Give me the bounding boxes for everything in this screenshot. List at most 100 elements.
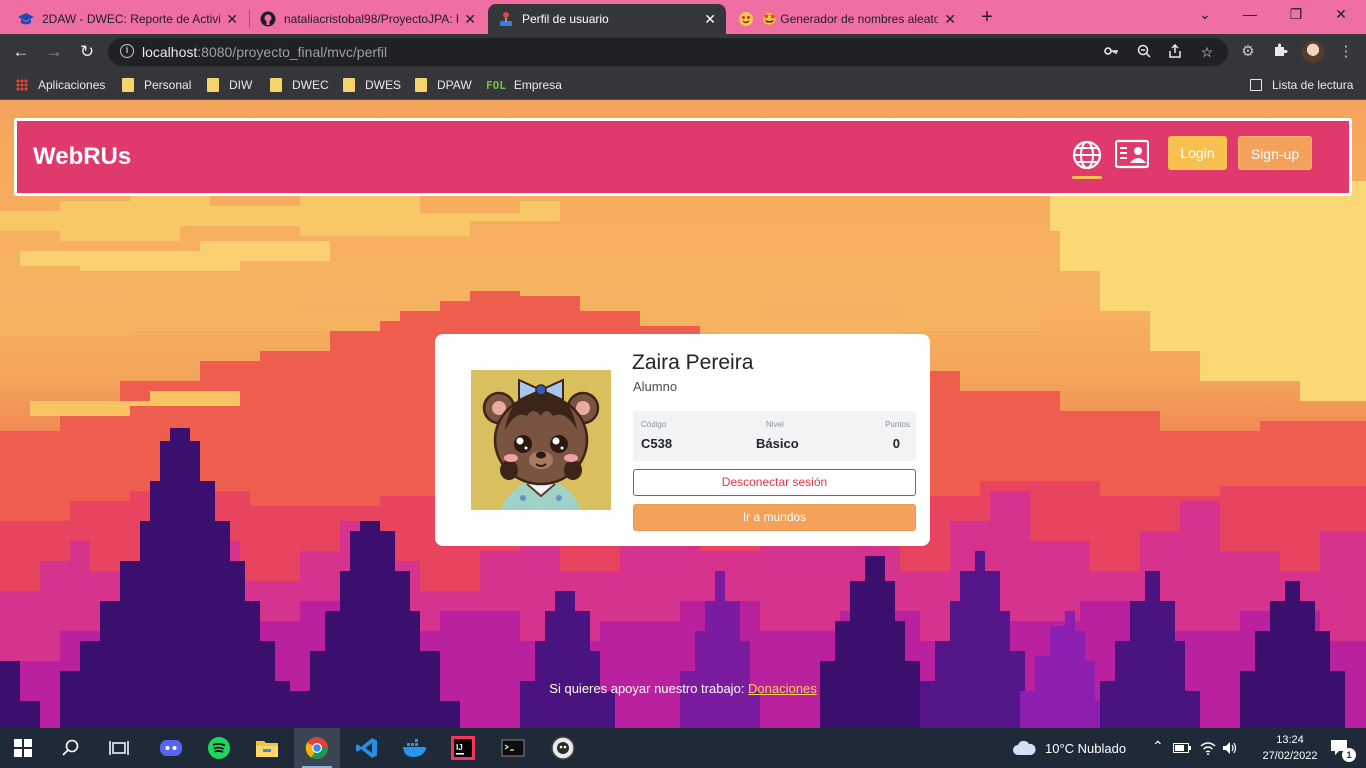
tab-title: 🤩 Generador de nombres aleatorios: [762, 12, 939, 26]
profile-card: Zaira Pereira Alumno Código C538 Nivel B…: [435, 334, 930, 546]
profile-role: Alumno: [633, 379, 678, 394]
extension-gear-icon[interactable]: ⚙: [1238, 42, 1258, 62]
chrome-menu-icon[interactable]: ⋮: [1336, 42, 1356, 62]
footer-text: Si quieres apoyar nuestro trabajo:: [549, 681, 745, 696]
bookmark-label: DIW: [229, 78, 253, 92]
terminal-icon[interactable]: [490, 728, 536, 768]
system-clock[interactable]: 13:24 27/02/2022: [1262, 732, 1318, 764]
bookmark-aplicaciones[interactable]: Aplicaciones: [16, 76, 105, 94]
active-nav-indicator: [1072, 176, 1102, 179]
wifi-icon[interactable]: [1196, 728, 1220, 768]
bookmark-label: Empresa: [513, 78, 562, 92]
bookmark-empresa[interactable]: FOL Empresa: [486, 76, 562, 94]
extensions-puzzle-icon[interactable]: [1270, 42, 1290, 62]
site-navbar: WebRUs Login Sign-up: [14, 118, 1352, 196]
close-window-button[interactable]: ✕: [1331, 6, 1351, 23]
windows-taskbar: IJ 10°C Nublado ⌃ 13:24 27/02/2022 1: [0, 728, 1366, 768]
bookmark-dwec[interactable]: DWEC: [270, 76, 329, 94]
profile-name: Zaira Pereira: [632, 351, 754, 374]
tab-dwec-reporte[interactable]: 2DAW - DWEC: Reporte de Activida ✕: [8, 4, 248, 34]
reload-icon[interactable]: ↻: [76, 41, 98, 63]
clock-time: 13:24: [1276, 734, 1304, 746]
reading-list-icon: [1250, 79, 1262, 91]
globe-icon[interactable]: [1071, 139, 1103, 171]
bookmark-diw[interactable]: DIW: [207, 76, 252, 94]
restore-window-button[interactable]: ❐: [1286, 6, 1306, 23]
weather-text[interactable]: 10°C Nublado: [1045, 741, 1126, 756]
folder-icon: [207, 78, 219, 92]
profile-stats-panel: Código C538 Nivel Básico Puntos 0: [633, 411, 916, 461]
spotify-icon[interactable]: [196, 728, 242, 768]
clock-date: 27/02/2022: [1262, 750, 1318, 762]
stat-code-label: Código: [641, 420, 667, 429]
bookmark-dwes[interactable]: DWES: [343, 76, 401, 94]
apps-grid-icon: [16, 79, 28, 91]
notifications-icon[interactable]: 1: [1320, 728, 1360, 768]
stat-points-value: 0: [892, 436, 900, 451]
address-bar[interactable]: i localhost:8080/proyecto_final/mvc/perf…: [108, 38, 1228, 66]
forward-arrow-icon[interactable]: →: [43, 41, 65, 63]
battery-icon[interactable]: [1170, 728, 1194, 768]
tab-search-chevron-icon[interactable]: ⌄: [1195, 6, 1215, 23]
close-tab-icon[interactable]: ✕: [704, 11, 716, 28]
browser-profile-avatar[interactable]: [1302, 41, 1324, 63]
intellij-icon[interactable]: IJ: [440, 728, 486, 768]
graduation-cap-icon: [18, 11, 34, 27]
weather-cloud-icon[interactable]: [1010, 728, 1038, 768]
notifications-count-badge: 1: [1342, 748, 1356, 762]
tab-title: nataliacristobal98/ProyectoJPA: P: [284, 12, 459, 26]
file-explorer-icon[interactable]: [244, 728, 290, 768]
fol-icon: FOL: [486, 78, 506, 92]
site-info-icon[interactable]: i: [120, 44, 134, 58]
star-face-icon: [738, 11, 754, 27]
tray-chevron-up-icon[interactable]: ⌃: [1152, 738, 1164, 755]
bookmark-dpaw[interactable]: DPAW: [415, 76, 472, 94]
windows-start-icon[interactable]: [0, 728, 46, 768]
tab-title: 2DAW - DWEC: Reporte de Activida: [42, 12, 221, 26]
share-icon[interactable]: [1166, 43, 1184, 61]
folder-icon: [270, 78, 282, 92]
bookmark-personal[interactable]: Personal: [122, 76, 191, 94]
bookmarks-bar: Aplicaciones Personal DIW DWEC DWES DPAW…: [0, 70, 1366, 100]
task-view-icon[interactable]: [96, 728, 142, 768]
tab-github-proyectojpa[interactable]: nataliacristobal98/ProyectoJPA: P ✕: [250, 4, 486, 34]
stat-code-value: C538: [641, 436, 673, 451]
search-icon[interactable]: [48, 728, 94, 768]
bookmark-label: DPAW: [437, 78, 472, 92]
signup-button[interactable]: Sign-up: [1238, 136, 1312, 170]
stat-level-value: Básico: [756, 436, 799, 451]
zoom-out-icon[interactable]: [1135, 43, 1153, 61]
discord-icon[interactable]: [148, 728, 194, 768]
url-host: localhost: [142, 44, 198, 60]
url-text: localhost:8080/proyecto_final/mvc/perfil: [142, 44, 387, 60]
url-path: :8080/proyecto_final/mvc/perfil: [197, 44, 388, 60]
profile-card-icon[interactable]: [1115, 139, 1149, 169]
new-tab-button[interactable]: +: [976, 6, 998, 29]
joystick-icon: [498, 11, 514, 27]
go-to-worlds-button[interactable]: Ir a mundos: [633, 504, 916, 531]
reading-list-button[interactable]: Lista de lectura: [1250, 76, 1353, 94]
user-avatar: [471, 370, 611, 510]
logout-button[interactable]: Desconectar sesión: [633, 469, 916, 496]
bookmark-label: DWES: [365, 78, 401, 92]
tab-perfil-usuario[interactable]: Perfil de usuario ✕: [488, 4, 726, 34]
reading-list-label: Lista de lectura: [1272, 78, 1354, 92]
volume-icon[interactable]: [1218, 728, 1242, 768]
site-brand[interactable]: WebRUs: [33, 143, 131, 171]
folder-icon: [415, 78, 427, 92]
chrome-icon[interactable]: [294, 728, 340, 768]
donations-link[interactable]: Donaciones: [748, 681, 817, 696]
back-arrow-icon[interactable]: ←: [10, 41, 32, 63]
tab-generador-nombres[interactable]: 🤩 Generador de nombres aleatorios ✕: [728, 4, 966, 34]
key-icon[interactable]: [1102, 43, 1120, 61]
login-button[interactable]: Login: [1168, 136, 1227, 170]
docker-icon[interactable]: [392, 728, 438, 768]
minimize-window-button[interactable]: —: [1240, 6, 1260, 22]
vscode-icon[interactable]: [344, 728, 390, 768]
close-tab-icon[interactable]: ✕: [464, 11, 476, 28]
close-tab-icon[interactable]: ✕: [944, 11, 956, 28]
app-penguin-icon[interactable]: [540, 728, 586, 768]
close-tab-icon[interactable]: ✕: [226, 11, 238, 28]
bookmark-star-icon[interactable]: ☆: [1198, 43, 1216, 61]
bookmark-label: Personal: [144, 78, 192, 92]
